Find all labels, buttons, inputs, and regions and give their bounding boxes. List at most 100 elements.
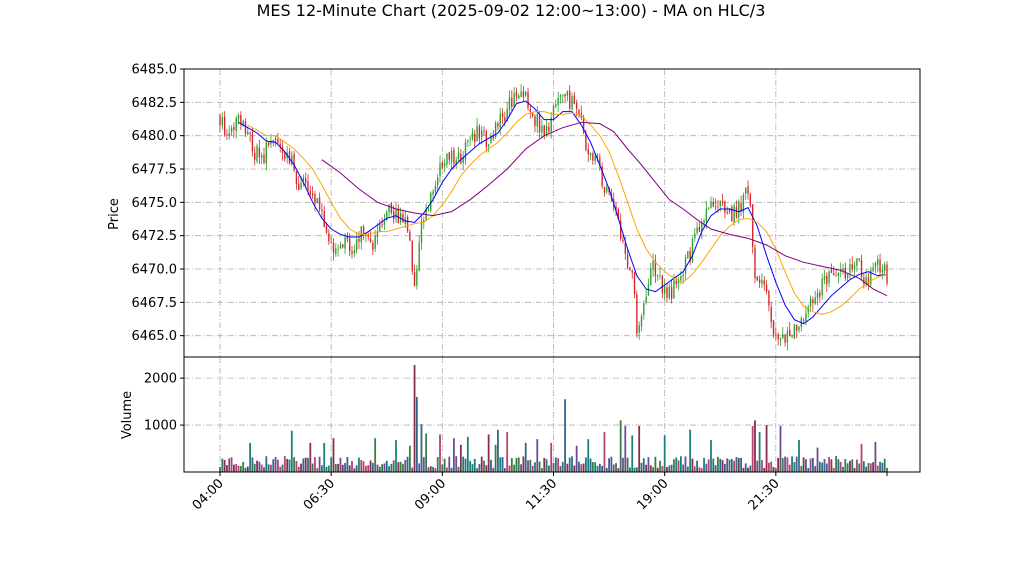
- volume-bar: [874, 441, 877, 472]
- volume-bar: [696, 460, 698, 472]
- candle-body: [531, 113, 534, 116]
- volume-bar: [355, 465, 358, 472]
- volume-bar: [283, 456, 286, 472]
- candle-body: [244, 121, 247, 134]
- candle-body: [830, 270, 833, 273]
- x-tick-label: 11:30: [523, 476, 560, 513]
- candle-body: [819, 292, 821, 297]
- volume-bar: [842, 466, 844, 472]
- volume-bar: [631, 435, 634, 472]
- price-tick-label: 6465.0: [132, 329, 178, 344]
- volume-bar: [835, 456, 837, 472]
- candle-body: [251, 133, 254, 152]
- volume-bar: [832, 467, 835, 472]
- candle-body: [710, 201, 712, 208]
- candle-body: [754, 247, 756, 279]
- volume-bar: [494, 444, 497, 472]
- candle-body: [300, 182, 302, 189]
- candle-body: [263, 154, 265, 163]
- volume-bar: [256, 460, 258, 472]
- volume-bar: [638, 426, 641, 472]
- candle-body: [383, 221, 386, 225]
- volume-bar: [788, 464, 791, 472]
- volume-bar: [406, 456, 409, 472]
- volume-bar: [455, 456, 458, 472]
- volume-bar: [418, 463, 421, 472]
- volume-bar: [749, 465, 752, 472]
- x-tick-label: 21:30: [746, 476, 783, 513]
- candle-body: [874, 263, 877, 268]
- candle-body: [483, 130, 485, 132]
- volume-bar: [675, 457, 678, 472]
- volume-bar: [686, 466, 689, 472]
- volume-bar: [598, 463, 601, 472]
- candle-body: [355, 239, 358, 251]
- volume-bar: [679, 456, 682, 472]
- volume-bar: [316, 467, 319, 472]
- candle-body: [636, 294, 638, 334]
- candle-body: [277, 139, 279, 144]
- volume-bar: [855, 459, 858, 472]
- volume-bar: [506, 432, 509, 472]
- price-tick-label: 6475.0: [132, 196, 178, 211]
- candle-body: [344, 236, 346, 249]
- volume-bar: [304, 457, 307, 472]
- volume-bar: [346, 456, 349, 472]
- volume-bar: [503, 468, 506, 472]
- candle-body: [254, 152, 256, 160]
- volume-bar: [522, 456, 525, 472]
- candle-body: [578, 109, 580, 115]
- candle-body: [298, 183, 300, 190]
- candle-body: [353, 250, 356, 253]
- volume-bar: [520, 464, 522, 472]
- candle-body: [552, 105, 555, 117]
- candle-body: [777, 333, 779, 340]
- volume-bar: [513, 464, 516, 472]
- candle-body: [782, 334, 784, 339]
- volume-panel: 1000 2000: [144, 356, 921, 473]
- candle-body: [705, 208, 708, 221]
- volume-bar: [487, 434, 490, 472]
- volume-bar: [580, 464, 583, 472]
- candle-body: [513, 93, 515, 108]
- candle-body: [448, 152, 450, 160]
- volume-bar: [478, 464, 481, 472]
- volume-bar: [239, 465, 242, 472]
- volume-bar: [622, 457, 624, 472]
- candle-body: [823, 276, 826, 280]
- candle-body: [226, 134, 228, 136]
- volume-bar: [733, 460, 736, 472]
- volume-bar: [825, 463, 828, 472]
- volume-bar: [703, 457, 705, 472]
- volume-bar: [541, 468, 543, 472]
- volume-bar: [510, 458, 513, 472]
- candle-body: [515, 91, 518, 98]
- volume-bar: [270, 464, 272, 472]
- volume-bar: [446, 467, 448, 472]
- x-tick-label: 04:00: [190, 476, 227, 513]
- volume-bar: [307, 457, 309, 472]
- volume-bar: [552, 462, 555, 472]
- candle-body: [437, 177, 439, 186]
- volume-bar: [765, 425, 768, 472]
- volume-bar: [666, 467, 668, 472]
- candle-body: [293, 153, 295, 171]
- candle-body: [460, 153, 462, 164]
- volume-bar: [323, 442, 326, 472]
- candle-body: [721, 200, 724, 203]
- volume-bar: [490, 459, 492, 472]
- candle-body: [381, 224, 383, 226]
- volume-bar: [476, 468, 478, 472]
- candle-body: [793, 324, 796, 338]
- candle-body: [223, 116, 226, 135]
- candle-body: [670, 286, 673, 299]
- volume-bar: [682, 464, 685, 472]
- candle-body: [573, 95, 576, 104]
- volume-bar: [534, 462, 536, 472]
- volume-bar: [663, 435, 666, 472]
- volume-bar: [246, 466, 249, 472]
- chart-svg: MES 12-Minute Chart (2025-09-02 12:00~13…: [107, 1, 921, 513]
- volume-bar: [258, 461, 261, 472]
- candle-body: [534, 115, 536, 126]
- volume-bar: [839, 461, 842, 472]
